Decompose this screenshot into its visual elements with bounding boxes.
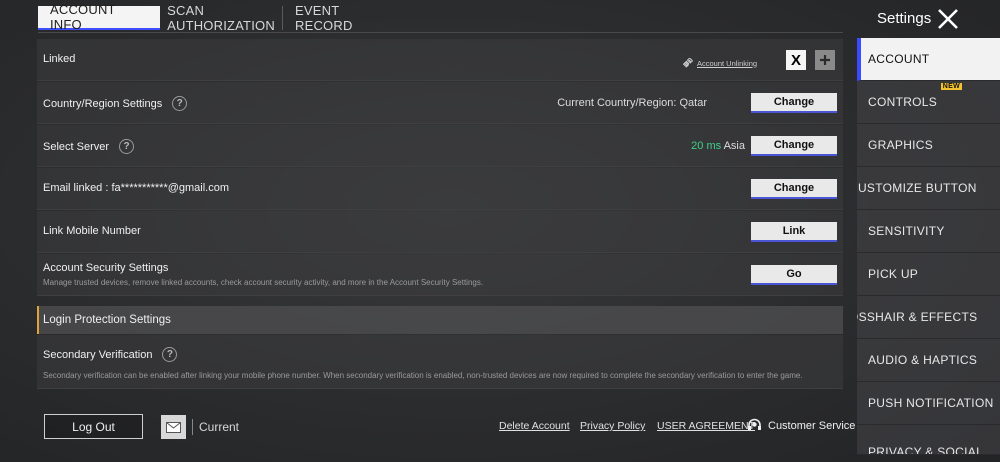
plus-icon bbox=[820, 55, 830, 65]
link-icon bbox=[683, 58, 693, 68]
settings-title: Settings bbox=[877, 10, 932, 27]
current-login-text: Current bbox=[192, 419, 239, 435]
mobile-row: Link Mobile Number Link bbox=[37, 211, 843, 253]
account-unlinking-link[interactable]: Account Unlinking bbox=[683, 58, 757, 68]
change-server-button[interactable]: Change bbox=[751, 136, 837, 156]
account-security-go-button[interactable]: Go bbox=[751, 265, 837, 285]
current-country-text: Current Country/Region: Qatar bbox=[557, 97, 707, 109]
email-icon[interactable] bbox=[161, 415, 186, 439]
tab-event-record[interactable]: EVENT RECORD bbox=[283, 3, 405, 33]
sidebar-item-audio-haptics[interactable]: AUDIO & HAPTICS bbox=[857, 339, 1000, 382]
new-badge: NEW bbox=[940, 83, 962, 90]
secondary-verification-label: Secondary Verification ? bbox=[43, 347, 178, 362]
login-protection-header: Login Protection Settings bbox=[37, 306, 843, 334]
help-icon[interactable]: ? bbox=[172, 96, 188, 111]
tab-scan-authorization[interactable]: SCAN AUTHORIZATION bbox=[160, 3, 282, 33]
customer-service-button[interactable]: Customer Service bbox=[747, 418, 855, 433]
secondary-verification-row: Secondary Verification ? Secondary verif… bbox=[37, 335, 843, 389]
close-icon[interactable] bbox=[936, 7, 960, 31]
headset-icon bbox=[748, 418, 761, 430]
select-server-row: Select Server ? 20 ms Asia Change bbox=[37, 125, 843, 167]
settings-main-panel: ACCOUNT INFO SCAN AUTHORIZATION EVENT RE… bbox=[0, 0, 856, 462]
log-out-button[interactable]: Log Out bbox=[44, 414, 143, 439]
tab-account-info[interactable]: ACCOUNT INFO bbox=[38, 2, 160, 32]
add-link-button[interactable] bbox=[815, 50, 835, 70]
server-ping-info: 20 ms Asia bbox=[691, 140, 745, 152]
email-linked-label: Email linked : fa***********@gmail.com bbox=[43, 182, 230, 194]
country-region-label: Country/Region Settings ? bbox=[43, 96, 188, 111]
account-unlinking-text: Account Unlinking bbox=[697, 58, 758, 68]
email-row: Email linked : fa***********@gmail.com C… bbox=[37, 168, 843, 210]
tab-bar: ACCOUNT INFO SCAN AUTHORIZATION EVENT RE… bbox=[38, 2, 405, 33]
secondary-verification-description: Secondary verification can be enabled af… bbox=[43, 371, 803, 380]
sidebar-item-privacy-social[interactable]: PRIVACY & SOCIAL bbox=[857, 425, 1000, 455]
sidebar-item-pick-up[interactable]: PICK UP bbox=[857, 253, 1000, 296]
help-icon[interactable]: ? bbox=[162, 347, 178, 362]
select-server-label: Select Server ? bbox=[43, 139, 135, 154]
help-icon[interactable]: ? bbox=[119, 139, 135, 154]
change-country-button[interactable]: Change bbox=[751, 93, 837, 113]
sidebar-item-graphics[interactable]: GRAPHICS bbox=[857, 124, 1000, 167]
customer-service-label: Customer Service bbox=[768, 419, 856, 432]
settings-sidebar: ACCOUNT CONTROLS NEW GRAPHICS CUSTOMIZE … bbox=[857, 38, 1000, 455]
user-agreement-link[interactable]: USER AGREEMENT bbox=[657, 420, 755, 432]
x-account-icon[interactable]: X bbox=[786, 50, 806, 70]
linked-row: Linked Account Unlinking X bbox=[37, 39, 843, 81]
country-region-row: Country/Region Settings ? Current Countr… bbox=[37, 82, 843, 124]
link-mobile-label: Link Mobile Number bbox=[43, 225, 141, 237]
account-security-row: Account Security Settings Manage trusted… bbox=[37, 254, 843, 296]
linked-label: Linked bbox=[43, 53, 76, 65]
privacy-policy-link[interactable]: Privacy Policy bbox=[580, 420, 645, 432]
delete-account-link[interactable]: Delete Account bbox=[499, 420, 570, 432]
sidebar-item-sensitivity[interactable]: SENSITIVITY bbox=[857, 210, 1000, 253]
change-email-button[interactable]: Change bbox=[751, 179, 837, 199]
link-mobile-button[interactable]: Link bbox=[751, 222, 837, 242]
account-security-description: Manage trusted devices, remove linked ac… bbox=[43, 278, 484, 287]
account-security-label: Account Security Settings bbox=[43, 262, 169, 274]
sidebar-item-customize-button[interactable]: CUSTOMIZE BUTTON bbox=[857, 167, 1000, 210]
sidebar-item-controls[interactable]: CONTROLS NEW bbox=[857, 81, 1000, 124]
sidebar-item-push-notification[interactable]: PUSH NOTIFICATION bbox=[857, 382, 1000, 425]
ping-value: 20 ms bbox=[691, 140, 722, 152]
server-region: Asia bbox=[723, 140, 745, 152]
sidebar-item-crosshair-effects[interactable]: CROSSHAIR & EFFECTS bbox=[857, 296, 1000, 339]
sidebar-item-account[interactable]: ACCOUNT bbox=[857, 38, 1000, 81]
divider bbox=[38, 32, 843, 33]
